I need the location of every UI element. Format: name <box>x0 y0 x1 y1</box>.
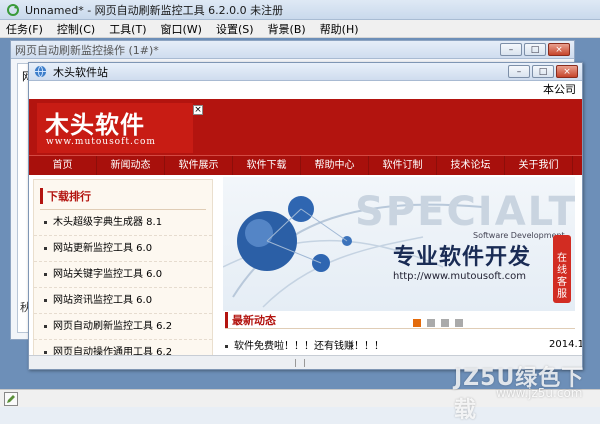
bullet-icon <box>44 246 47 250</box>
site-logo[interactable]: 木头软件 www.mutousoft.com <box>37 103 193 153</box>
bullet-icon <box>44 220 47 224</box>
nav-home[interactable]: 首页 <box>29 156 97 175</box>
close-icon[interactable]: × <box>193 105 203 115</box>
child1-window-buttons: – □ × <box>500 43 570 56</box>
promo-banner[interactable]: SPECIALTY Software Development 专业软件开发 ht… <box>223 177 575 311</box>
scrollbar-grip[interactable] <box>295 359 305 367</box>
menu-control[interactable]: 控制(C) <box>57 21 95 37</box>
news-item[interactable]: 软件免费啦！！！还有钱赚！！！ <box>225 337 384 352</box>
bullet-icon <box>44 324 47 328</box>
browser-close-button[interactable]: × <box>556 65 578 78</box>
carousel-dot[interactable] <box>455 319 463 327</box>
list-item-label: 木头超级字典生成器 8.1 <box>53 217 163 228</box>
page-content: 下载排行 木头超级字典生成器 8.1 网站更新监控工具 6.0 网站关键字监控工… <box>29 175 582 369</box>
nav-downloads[interactable]: 软件下载 <box>233 156 301 175</box>
monitor-operation-titlebar: 网页自动刷新监控操作 (1#)* <box>11 41 574 59</box>
browser-titlebar: 木头软件站 – □ × <box>29 63 582 81</box>
browser-window-buttons: – □ × <box>508 65 578 78</box>
menu-background[interactable]: 背景(B) <box>268 21 306 37</box>
child1-close-button[interactable]: × <box>548 43 570 56</box>
menu-window[interactable]: 窗口(W) <box>161 21 202 37</box>
list-item[interactable]: 网站更新监控工具 6.0 <box>34 236 212 262</box>
menu-settings[interactable]: 设置(S) <box>216 21 254 37</box>
nav-custom[interactable]: 软件订制 <box>369 156 437 175</box>
pencil-icon[interactable] <box>4 391 18 406</box>
nav-news[interactable]: 新闻动态 <box>97 156 165 175</box>
list-item[interactable]: 网站关键字监控工具 6.0 <box>34 262 212 288</box>
monitor-operation-title: 网页自动刷新监控操作 (1#)* <box>15 43 159 57</box>
bullet-icon <box>44 298 47 302</box>
nav-forum[interactable]: 技术论坛 <box>437 156 505 175</box>
menu-tools[interactable]: 工具(T) <box>109 21 146 37</box>
download-ranking-heading: 下载排行 <box>40 188 212 204</box>
list-item-label: 网站资讯监控工具 6.0 <box>53 295 153 306</box>
list-item[interactable]: 网站资讯监控工具 6.0 <box>34 288 212 314</box>
site-header: 木头软件 www.mutousoft.com × <box>29 99 582 155</box>
browser-title: 木头软件站 <box>53 65 108 79</box>
nav-products[interactable]: 软件展示 <box>165 156 233 175</box>
list-item[interactable]: 网页自动刷新监控工具 6.2 <box>34 314 212 340</box>
nav-help[interactable]: 帮助中心 <box>301 156 369 175</box>
logo-url: www.mutousoft.com <box>46 137 156 147</box>
list-item[interactable]: 木头超级字典生成器 8.1 <box>34 210 212 236</box>
menu-help[interactable]: 帮助(H) <box>320 21 359 37</box>
carousel-dot[interactable] <box>413 319 421 327</box>
online-service-label: 在线客服 <box>557 253 567 300</box>
news-item-date: 2014.1 <box>549 339 582 350</box>
site-nav: 首页 新闻动态 软件展示 软件下载 帮助中心 软件订制 技术论坛 关于我们 <box>29 155 582 175</box>
site-watermark-url: www.jz5u.com <box>496 386 583 400</box>
window-title: Unnamed* - 网页自动刷新监控工具 6.2.0.0 未注册 <box>25 3 284 17</box>
menubar: 任务(F) 控制(C) 工具(T) 窗口(W) 设置(S) 背景(B) 帮助(H… <box>0 20 600 38</box>
carousel-dots <box>413 319 463 327</box>
banner-title: 专业软件开发 <box>393 245 532 270</box>
web-page: 本公司 木头软件 www.mutousoft.com × 首页 新闻动态 软件展… <box>29 81 582 369</box>
top-strip: 本公司 <box>29 81 582 99</box>
bullet-icon <box>44 350 47 354</box>
main-titlebar: Unnamed* - 网页自动刷新监控工具 6.2.0.0 未注册 <box>0 0 600 20</box>
menu-task[interactable]: 任务(F) <box>6 21 43 37</box>
list-item-label: 网页自动刷新监控工具 6.2 <box>53 321 173 332</box>
child1-minimize-button[interactable]: – <box>500 43 522 56</box>
divider <box>225 328 575 329</box>
carousel-dot[interactable] <box>441 319 449 327</box>
child1-maximize-button[interactable]: □ <box>524 43 546 56</box>
bullet-icon <box>44 272 47 276</box>
list-item-label: 网站关键字监控工具 6.0 <box>53 269 163 280</box>
refresh-app-icon <box>6 3 20 17</box>
carousel-dot[interactable] <box>427 319 435 327</box>
latest-news-heading: 最新动态 <box>225 312 276 328</box>
bullet-icon <box>225 344 228 348</box>
globe-icon <box>34 65 47 78</box>
list-item-label: 网站更新监控工具 6.0 <box>53 243 153 254</box>
news-item-text: 软件免费啦！！！还有钱赚！！！ <box>234 341 384 352</box>
nav-about[interactable]: 关于我们 <box>505 156 573 175</box>
download-ranking: 下载排行 木头超级字典生成器 8.1 网站更新监控工具 6.0 网站关键字监控工… <box>33 179 213 369</box>
online-service-badge[interactable]: 在线客服 <box>553 235 571 303</box>
banner-url: http://www.mutousoft.com <box>393 271 527 282</box>
logo-text: 木头软件 <box>45 110 145 139</box>
company-link[interactable]: 本公司 <box>543 83 576 96</box>
banner-watermark-word: SPECIALTY <box>355 189 575 235</box>
browser-minimize-button[interactable]: – <box>508 65 530 78</box>
browser-maximize-button[interactable]: □ <box>532 65 554 78</box>
browser-window: 木头软件站 – □ × 本公司 木头软件 www.mutousoft.com ×… <box>28 62 583 370</box>
